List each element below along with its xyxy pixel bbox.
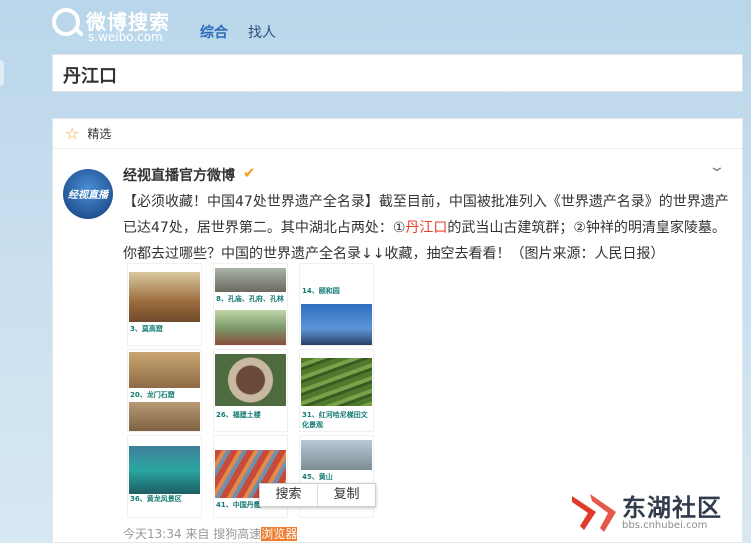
context-copy-button[interactable]: 复制	[318, 484, 375, 506]
magnifier-logo-icon	[52, 8, 80, 36]
post-content: 【必须收藏！中国47处世界遗产全名录】截至目前，中国被批准列入《世界遗产名录》的…	[123, 189, 733, 267]
chevron-down-icon[interactable]: ⌄	[708, 159, 726, 175]
avatar-text: 经视直播	[68, 190, 108, 201]
side-scroll-handle[interactable]	[0, 60, 4, 86]
tab-find-people[interactable]: 找人	[248, 22, 276, 42]
author-name[interactable]: 经视直播官方微博	[123, 165, 235, 185]
post-image[interactable]: 3、莫高窟	[127, 263, 202, 346]
section-label: 精选	[87, 127, 112, 141]
section-header: ☆ 精选	[53, 119, 742, 149]
image-caption: 26、福建土楼	[216, 411, 261, 419]
watermark-title: 东湖社区	[622, 494, 722, 522]
weibo-search-logo[interactable]: 微博搜索 s.weibo.com	[52, 6, 172, 44]
post-image[interactable]: 31、红河哈尼梯田文化景观	[299, 349, 374, 432]
logo-domain: s.weibo.com	[88, 30, 163, 44]
post-image[interactable]: 14、颐和园	[299, 263, 374, 346]
search-input[interactable]: 丹江口	[52, 54, 743, 92]
image-grid: 3、莫高窟 8、孔庙、孔府、孔林 14、颐和园 20、龙门石窟 26、福建土楼 …	[127, 263, 377, 519]
post-image[interactable]: 20、龙门石窟	[127, 349, 202, 432]
selected-source-link[interactable]: 浏览器	[261, 527, 298, 541]
avatar[interactable]: 经视直播	[63, 169, 113, 219]
context-menu: 搜索 复制	[259, 483, 376, 507]
star-icon: ☆	[65, 124, 80, 143]
post-image[interactable]: 36、黄龙风景区	[127, 435, 202, 518]
post-text-highlight[interactable]: 丹江口	[405, 220, 447, 236]
image-caption: 3、莫高窟	[130, 325, 163, 333]
image-caption: 36、黄龙风景区	[130, 495, 182, 503]
image-caption: 20、龙门石窟	[130, 391, 175, 399]
weibo-card: ☆ 精选 经视直播 经视直播官方微博 ✔ ⌄ 【必须收藏！中国47处世界遗产全名…	[52, 118, 743, 543]
watermark-domain: bbs.cnhubei.com	[622, 520, 708, 531]
post-image[interactable]: 8、孔庙、孔府、孔林	[213, 263, 288, 346]
image-caption: 14、颐和园	[302, 287, 340, 295]
context-search-button[interactable]: 搜索	[260, 484, 318, 506]
image-caption: 31、红河哈尼梯田文化景观	[302, 411, 368, 429]
tab-comprehensive[interactable]: 综合	[200, 22, 228, 42]
post-image[interactable]: 26、福建土楼	[213, 349, 288, 432]
post-meta: 今天13:34 来自 搜狗高速浏览器	[123, 525, 298, 542]
dhsq-logo-icon	[572, 494, 616, 532]
watermark: 东湖社区 bbs.cnhubei.com	[570, 488, 745, 540]
post-time-source: 今天13:34 来自 搜狗高速	[123, 527, 262, 541]
image-caption: 45、黄山	[302, 473, 333, 481]
image-caption: 8、孔庙、孔府、孔林	[216, 295, 284, 303]
image-caption: 41、中国丹霞	[216, 501, 261, 509]
verified-icon: ✔	[243, 164, 256, 182]
search-nav: 综合 找人	[200, 22, 276, 42]
